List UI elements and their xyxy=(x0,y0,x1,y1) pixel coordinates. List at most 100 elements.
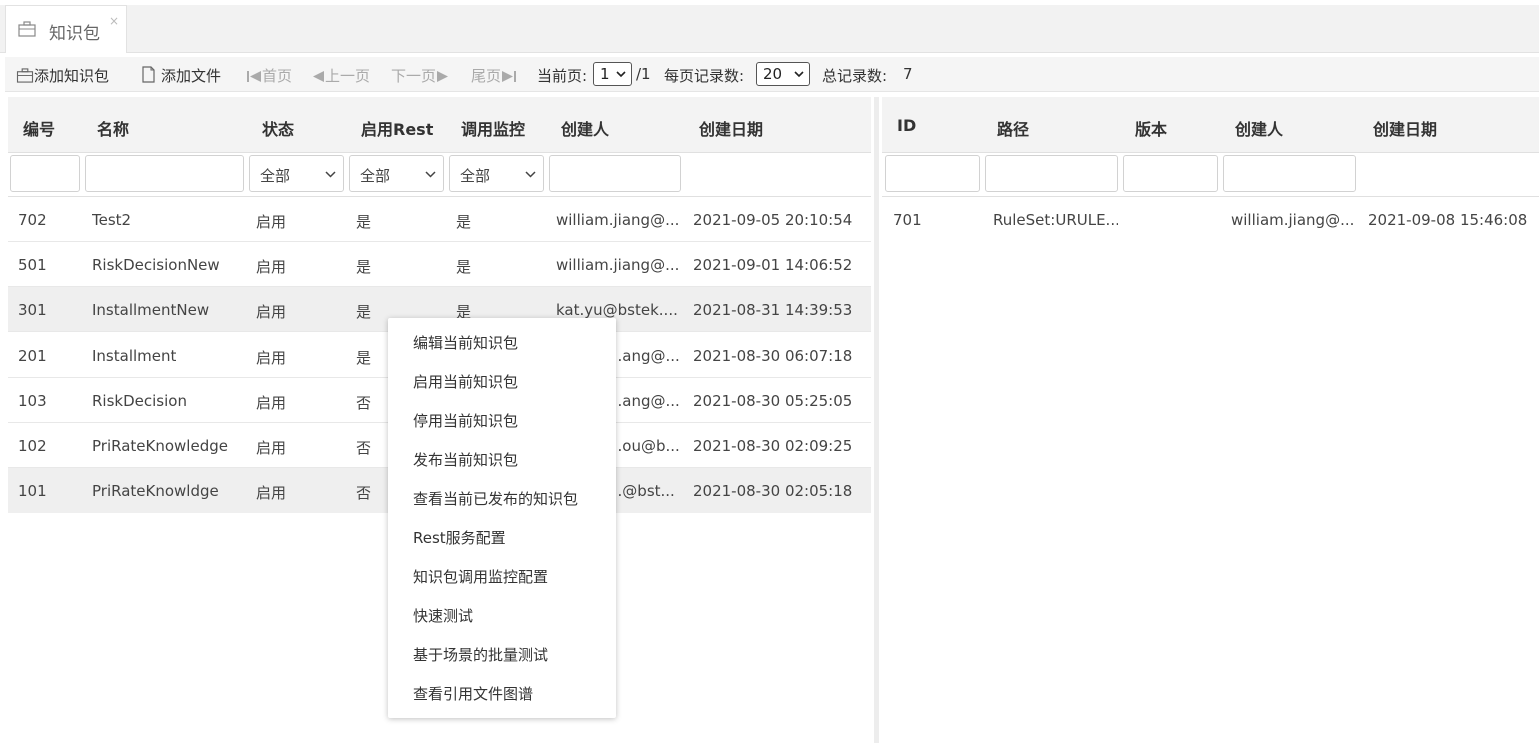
chevron-down-icon xyxy=(525,171,536,178)
cell-creator: kat.yu@bstek.... xyxy=(556,301,678,319)
cell-created-date: 2021-09-05 20:10:54 xyxy=(693,211,853,229)
cell-name: Test2 xyxy=(92,211,132,229)
last-page-button[interactable]: 尾页 xyxy=(471,65,517,86)
cell-name: InstallmentNew xyxy=(92,301,210,319)
filter-status-select[interactable]: 全部 xyxy=(249,155,344,192)
prev-page-label: 上一页 xyxy=(325,67,371,85)
header-status[interactable]: 状态 xyxy=(262,116,294,140)
current-page-select[interactable]: 1 xyxy=(593,62,632,86)
cell-rest: 否 xyxy=(356,484,372,502)
cell-id: 501 xyxy=(18,256,47,274)
header-name[interactable]: 名称 xyxy=(97,116,129,140)
filter-creator-input[interactable] xyxy=(549,155,681,192)
package-filter-row: 全部 全部 全部 xyxy=(8,153,871,197)
total-records-label: 总记录数: xyxy=(822,67,888,85)
cell-id: 702 xyxy=(18,211,47,229)
file-grid-header: ID 路径 版本 创建人 创建日期 xyxy=(882,97,1539,153)
cell-status: 启用 xyxy=(256,303,287,321)
cell-path: RuleSet:URULE... xyxy=(993,211,1118,229)
menu-scenario-batch-test[interactable]: 基于场景的批量测试 xyxy=(413,644,548,665)
last-page-label: 尾页 xyxy=(471,67,502,85)
cell-id: 101 xyxy=(18,482,47,500)
cell-status: 启用 xyxy=(256,258,287,276)
cell-creator: ...ou@b... xyxy=(608,437,680,455)
add-package-button[interactable]: 添加知识包 xyxy=(16,65,109,86)
filter-path-input[interactable] xyxy=(985,155,1118,192)
menu-view-published[interactable]: 查看当前已发布的知识包 xyxy=(413,488,578,509)
first-page-icon xyxy=(247,71,261,82)
tab-bar: 知识包 × xyxy=(0,5,1539,53)
cell-id: 301 xyxy=(18,301,47,319)
header-rest[interactable]: 启用Rest xyxy=(361,116,433,140)
filter-name-input[interactable] xyxy=(85,155,244,192)
header-file-created-date[interactable]: 创建日期 xyxy=(1373,116,1437,140)
header-id[interactable]: 编号 xyxy=(23,116,55,140)
add-package-label: 添加知识包 xyxy=(34,67,110,85)
cell-creator: william.jiang@... xyxy=(556,256,680,274)
first-page-label: 首页 xyxy=(262,67,293,85)
total-pages: /1 xyxy=(636,65,651,83)
cell-rest: 是 xyxy=(356,213,372,231)
panel-splitter[interactable] xyxy=(874,97,879,743)
page-size-select[interactable]: 20 xyxy=(756,62,810,86)
filter-monitor-value: 全部 xyxy=(460,167,491,185)
menu-disable-package[interactable]: 停用当前知识包 xyxy=(413,410,518,431)
total-records-value: 7 xyxy=(903,65,913,83)
cell-creator: ...ang@... xyxy=(608,347,680,365)
table-row[interactable]: 501 RiskDecisionNew 启用 是 是 william.jiang… xyxy=(8,242,871,287)
cell-monitor: 是 xyxy=(456,213,472,231)
cell-name: RiskDecision xyxy=(92,392,187,410)
prev-page-button[interactable]: 上一页 xyxy=(312,65,370,86)
cell-id: 103 xyxy=(18,392,47,410)
file-grid: ID 路径 版本 创建人 创建日期 701 RuleSet:URULE... w… xyxy=(882,97,1539,743)
filter-file-creator-input[interactable] xyxy=(1223,155,1356,192)
filter-id-input[interactable] xyxy=(10,155,80,192)
menu-rest-config[interactable]: Rest服务配置 xyxy=(413,527,506,548)
header-version[interactable]: 版本 xyxy=(1135,116,1167,140)
menu-quick-test[interactable]: 快速测试 xyxy=(413,605,473,626)
chevron-down-icon xyxy=(425,171,436,178)
page-size-value: 20 xyxy=(763,65,783,83)
filter-rest-select[interactable]: 全部 xyxy=(349,155,444,192)
cell-file-creator: william.jiang@... xyxy=(1231,211,1355,229)
context-menu: 编辑当前知识包 启用当前知识包 停用当前知识包 发布当前知识包 查看当前已发布的… xyxy=(388,318,616,718)
cell-created-date: 2021-08-30 05:25:05 xyxy=(693,392,853,410)
menu-edit-package[interactable]: 编辑当前知识包 xyxy=(413,332,518,353)
cell-created-date: 2021-08-30 02:05:18 xyxy=(693,482,853,500)
cell-created-date: 2021-09-01 14:06:52 xyxy=(693,256,853,274)
chevron-down-icon xyxy=(616,71,626,78)
next-page-button[interactable]: 下一页 xyxy=(391,65,449,86)
cell-file-created-date: 2021-09-08 15:46:08 xyxy=(1368,211,1528,229)
menu-monitor-config[interactable]: 知识包调用监控配置 xyxy=(413,566,548,587)
cell-rest: 是 xyxy=(356,303,372,321)
tab-knowledge-package[interactable]: 知识包 × xyxy=(5,5,127,53)
filter-file-id-input[interactable] xyxy=(885,155,980,192)
next-page-icon xyxy=(437,71,449,82)
cell-rest: 否 xyxy=(356,439,372,457)
menu-reference-graph[interactable]: 查看引用文件图谱 xyxy=(413,683,533,704)
first-page-button[interactable]: 首页 xyxy=(246,65,292,86)
cell-created-date: 2021-08-30 02:09:25 xyxy=(693,437,853,455)
add-file-label: 添加文件 xyxy=(161,67,222,85)
filter-version-input[interactable] xyxy=(1123,155,1218,192)
filter-monitor-select[interactable]: 全部 xyxy=(449,155,544,192)
menu-enable-package[interactable]: 启用当前知识包 xyxy=(413,371,518,392)
header-file-creator[interactable]: 创建人 xyxy=(1235,116,1283,140)
header-created-date[interactable]: 创建日期 xyxy=(699,116,763,140)
file-icon xyxy=(142,66,155,83)
toolbar: 添加知识包 添加文件 首页 上一页 下一页 尾页 当前页: 1 /1 每页记录数… xyxy=(5,57,1539,92)
header-path[interactable]: 路径 xyxy=(997,116,1029,140)
cell-creator: ...@bst... xyxy=(608,482,675,500)
menu-publish-package[interactable]: 发布当前知识包 xyxy=(413,449,518,470)
tab-close-icon[interactable]: × xyxy=(109,14,119,28)
header-creator[interactable]: 创建人 xyxy=(561,116,609,140)
header-file-id[interactable]: ID xyxy=(897,116,916,135)
header-monitor[interactable]: 调用监控 xyxy=(461,116,525,140)
table-row[interactable]: 702 Test2 启用 是 是 william.jiang@... 2021-… xyxy=(8,197,871,242)
cell-rest: 否 xyxy=(356,394,372,412)
add-file-button[interactable]: 添加文件 xyxy=(141,65,221,86)
table-row[interactable]: 701 RuleSet:URULE... william.jiang@... 2… xyxy=(882,197,1539,242)
prev-page-icon xyxy=(313,71,324,82)
briefcase-icon xyxy=(16,68,34,83)
cell-name: PriRateKnowldge xyxy=(92,482,219,500)
